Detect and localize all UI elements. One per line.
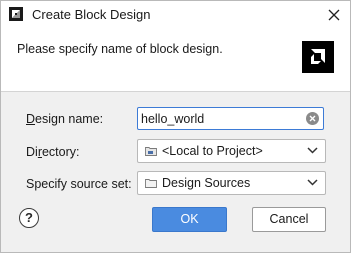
title-bar: Create Block Design — [1, 1, 350, 29]
brand-logo — [302, 41, 334, 73]
folder-local-icon — [145, 146, 157, 156]
design-name-label: Design name: — [26, 112, 104, 126]
directory-dropdown[interactable]: <Local to Project> — [137, 139, 326, 163]
header-message: Please specify name of block design. — [17, 42, 223, 56]
create-block-design-dialog: Create Block Design Please specify name … — [0, 0, 351, 253]
cancel-button[interactable]: Cancel — [252, 207, 326, 232]
help-button[interactable]: ? — [19, 208, 39, 228]
design-name-field[interactable] — [137, 107, 324, 130]
folder-icon — [145, 178, 157, 188]
clear-circle-icon[interactable] — [306, 112, 319, 125]
ok-button[interactable]: OK — [152, 207, 227, 232]
source-set-label: Specify source set: — [26, 177, 132, 191]
block-design-icon — [9, 7, 23, 21]
directory-value: <Local to Project> — [162, 144, 263, 158]
window-title: Create Block Design — [32, 7, 151, 22]
close-icon — [328, 9, 340, 21]
chevron-down-icon — [307, 147, 318, 154]
close-button[interactable] — [322, 3, 346, 27]
chevron-down-icon — [307, 179, 318, 186]
dialog-header: Please specify name of block design. — [1, 29, 350, 92]
design-name-input[interactable] — [141, 110, 301, 127]
directory-label: Directory: — [26, 145, 80, 159]
source-set-value: Design Sources — [162, 176, 251, 190]
source-set-dropdown[interactable]: Design Sources — [137, 171, 326, 195]
